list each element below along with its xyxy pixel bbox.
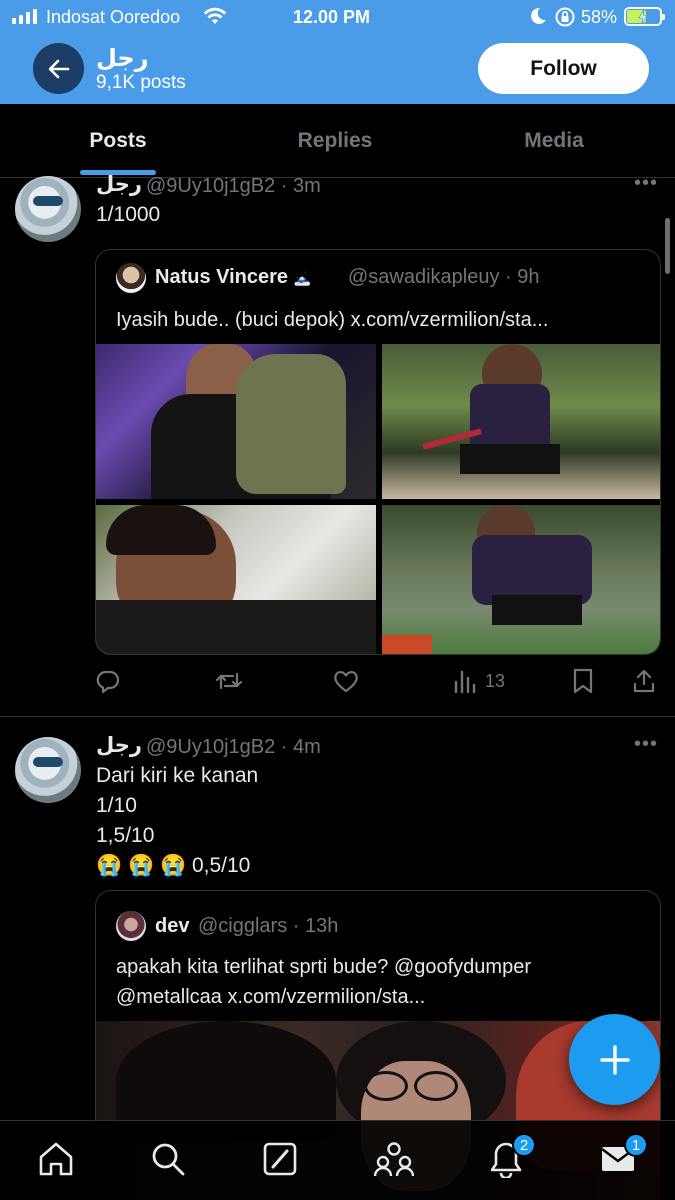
heart-icon (334, 670, 358, 693)
post-text: 1/1000 (96, 203, 161, 226)
back-button[interactable] (33, 43, 84, 94)
media-photo[interactable] (96, 344, 376, 499)
quoted-avatar (116, 263, 146, 293)
quoted-avatar (116, 911, 146, 941)
media-photo[interactable] (96, 505, 376, 654)
bottom-navigation: 2 1 (0, 1120, 675, 1200)
communities-icon (374, 1142, 414, 1177)
nav-communities[interactable] (374, 1139, 414, 1179)
post-text-line: 1,5/10 (96, 824, 155, 847)
bookmark-icon (573, 668, 593, 694)
wifi-icon (203, 6, 227, 31)
quoted-author-handle: @sawadikapleuy · 9h (348, 266, 540, 288)
home-icon (39, 1142, 73, 1176)
post-author-handle[interactable]: @9Uy10j1gB2 · 4m (146, 736, 321, 759)
nav-grok[interactable] (260, 1139, 300, 1179)
repost-button[interactable] (215, 663, 243, 699)
do-not-disturb-icon (528, 6, 548, 31)
tab-replies[interactable]: Replies (255, 104, 415, 177)
quoted-text-line: @metallcaa x.com/vzermilion/sta... (116, 986, 426, 1008)
battery-icon (624, 7, 665, 26)
more-options-icon[interactable]: ••• (634, 733, 658, 756)
media-photo[interactable] (382, 344, 660, 499)
quoted-text: Iyasih bude.. (buci depok) x.com/vzermil… (116, 309, 549, 331)
post-text-line: Dari kiri ke kanan (96, 764, 259, 787)
follow-button[interactable]: Follow (478, 43, 649, 94)
views-count: 13 (485, 670, 506, 691)
scrollbar[interactable] (665, 218, 670, 274)
post-count: 9,1K posts (96, 72, 186, 93)
post-divider (0, 716, 675, 717)
tab-media[interactable]: Media (474, 104, 634, 177)
reply-button[interactable] (95, 663, 121, 699)
media-photo[interactable] (382, 505, 660, 654)
views-button[interactable]: 13 (453, 663, 505, 699)
arrow-left-icon (48, 59, 69, 78)
clock: 12.00 PM (293, 7, 371, 27)
quoted-author-handle: @cigglars · 13h (198, 915, 339, 937)
carrier-name: Indosat Ooredoo (46, 7, 181, 27)
avatar[interactable] (15, 176, 81, 242)
reply-icon (96, 670, 120, 694)
messages-badge: 1 (624, 1133, 648, 1157)
repost-icon (215, 672, 243, 690)
like-button[interactable] (332, 663, 360, 699)
tab-posts[interactable]: Posts (40, 104, 196, 177)
search-icon (152, 1143, 185, 1176)
bookmark-button[interactable] (571, 663, 595, 699)
post-author-name[interactable]: رجل (96, 172, 142, 196)
post-author-name[interactable]: رجل (96, 733, 142, 757)
profile-name: رجل (96, 44, 149, 72)
post-actions: 13 (95, 663, 660, 699)
grok-icon (263, 1142, 297, 1176)
share-button[interactable] (632, 663, 656, 699)
plus-icon (599, 1044, 630, 1075)
share-icon (633, 669, 655, 693)
nav-home[interactable] (36, 1139, 76, 1179)
post-text-line: 1/10 (96, 794, 137, 817)
compose-button[interactable] (569, 1014, 660, 1105)
avatar[interactable] (15, 737, 81, 803)
rotation-lock-icon (554, 6, 576, 33)
analytics-icon (454, 670, 476, 694)
more-options-icon[interactable]: ••• (634, 172, 658, 195)
nav-messages[interactable]: 1 (598, 1133, 648, 1179)
post-author-handle[interactable]: @9Uy10j1gB2 · 3m (146, 175, 321, 198)
profile-tabs: Posts Replies Media (0, 104, 675, 178)
quoted-author-name: Natus Vincere 🗻 (155, 266, 312, 288)
status-bar: Indosat Ooredoo 12.00 PM 58% (0, 0, 675, 34)
post-text-line: 😭 😭 😭 0,5/10 (96, 854, 251, 877)
cell-signal-icon (12, 8, 37, 24)
quoted-text-line: apakah kita terlihat sprti bude? @goofyd… (116, 956, 531, 978)
nav-notifications[interactable]: 2 (486, 1133, 536, 1179)
quoted-post[interactable]: Natus Vincere 🗻 @sawadikapleuy · 9h Iyas… (95, 249, 661, 655)
notifications-badge: 2 (512, 1133, 536, 1157)
quoted-author-name: dev (155, 915, 190, 937)
profile-header: Indosat Ooredoo 12.00 PM 58% رجل 9,1K po… (0, 0, 675, 104)
nav-search[interactable] (148, 1139, 188, 1179)
battery-percentage: 58% (581, 7, 618, 27)
